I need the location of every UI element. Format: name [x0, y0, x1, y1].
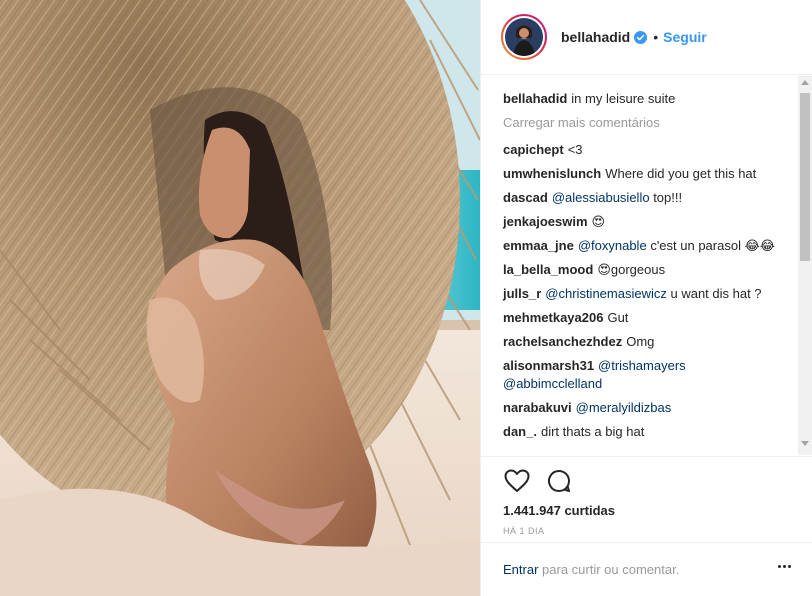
- comment-text: dirt thats a big hat: [540, 424, 645, 439]
- comment-username[interactable]: dascad: [503, 190, 548, 205]
- post-header: bellahadid • Seguir: [481, 0, 812, 75]
- comment-username[interactable]: alisonmarsh31: [503, 358, 594, 373]
- caption-username[interactable]: bellahadid: [503, 91, 567, 106]
- comment-mention[interactable]: @christinemasiewicz: [545, 286, 667, 301]
- comment-item: alisonmarsh31 @trishamayers @abbimcclella…: [503, 357, 783, 393]
- comment-username[interactable]: narabakuvi: [503, 400, 572, 415]
- heart-icon[interactable]: [503, 467, 531, 495]
- post-caption: bellahadid in my leisure suite: [503, 90, 783, 108]
- comment-username[interactable]: rachelsanchezhdez: [503, 334, 622, 349]
- separator-dot: •: [653, 29, 659, 45]
- comment-item: dan_. dirt thats a big hat: [503, 423, 783, 441]
- post-image: [0, 0, 480, 596]
- comment-mention[interactable]: @alessiabusiello: [552, 190, 650, 205]
- scroll-down-arrow-icon[interactable]: [801, 441, 809, 446]
- follow-button[interactable]: Seguir: [663, 29, 707, 45]
- comment-text: u want dis hat ?: [670, 286, 762, 301]
- login-prompt: Entrar para curtir ou comentar.: [481, 542, 812, 596]
- comment-item: narabakuvi @meralyildizbas: [503, 399, 783, 417]
- comment-item: umwhenislunch Where did you get this hat: [503, 165, 783, 183]
- post-details-panel: bellahadid • Seguir bellahadid in my leis…: [480, 0, 812, 596]
- instagram-post-view: bellahadid • Seguir bellahadid in my leis…: [0, 0, 812, 596]
- comment-item: la_bella_mood 😍gorgeous: [503, 261, 783, 279]
- comments-scrollbar-thumb[interactable]: [800, 93, 810, 261]
- comments-list[interactable]: bellahadid in my leisure suite Carregar m…: [481, 76, 812, 455]
- comment-item: dascad @alessiabusiello top!!!: [503, 189, 783, 207]
- comment-item: julls_r @christinemasiewicz u want dis ha…: [503, 285, 783, 303]
- comment-text: Where did you get this hat: [605, 166, 757, 181]
- comment-username[interactable]: capichept: [503, 142, 564, 157]
- login-prompt-rest: para curtir ou comentar.: [542, 562, 680, 577]
- comment-username[interactable]: la_bella_mood: [503, 262, 593, 277]
- post-photo[interactable]: [0, 0, 480, 596]
- comment-icon[interactable]: [545, 467, 573, 495]
- comment-text: 😍gorgeous: [597, 262, 666, 277]
- comment-item: capichept <3: [503, 141, 783, 159]
- likes-count[interactable]: 1.441.947 curtidas: [503, 503, 812, 518]
- load-more-comments-button[interactable]: Carregar mais comentários: [503, 114, 783, 132]
- more-options-icon[interactable]: [778, 565, 791, 568]
- header-username[interactable]: bellahadid: [561, 29, 630, 45]
- comment-text: Gut: [607, 310, 629, 325]
- comment-item: emmaa_jne @foxynable c'est un parasol 😂😂: [503, 237, 783, 255]
- comment-mention[interactable]: @meralyildizbas: [576, 400, 672, 415]
- comment-mention[interactable]: @foxynable: [578, 238, 647, 253]
- comment-username[interactable]: emmaa_jne: [503, 238, 574, 253]
- avatar-story-ring[interactable]: [501, 14, 547, 60]
- post-timestamp[interactable]: HÁ 1 DIA: [503, 526, 812, 536]
- comment-username[interactable]: mehmetkaya206: [503, 310, 603, 325]
- comment-item: jenkajoeswim 😍: [503, 213, 783, 231]
- post-actions: 1.441.947 curtidas HÁ 1 DIA: [481, 456, 812, 541]
- comment-text: c'est un parasol 😂😂: [650, 238, 775, 253]
- comment-text: <3: [567, 142, 583, 157]
- comment-text: 😍: [591, 214, 606, 229]
- comment-text: top!!!: [653, 190, 683, 205]
- comment-username[interactable]: umwhenislunch: [503, 166, 601, 181]
- comment-item: rachelsanchezhdez Omg: [503, 333, 783, 351]
- comment-username[interactable]: dan_.: [503, 424, 537, 439]
- scroll-up-arrow-icon[interactable]: [801, 80, 809, 85]
- verified-badge-icon: [634, 30, 648, 44]
- comment-username[interactable]: julls_r: [503, 286, 541, 301]
- comment-item: mehmetkaya206 Gut: [503, 309, 783, 327]
- login-link[interactable]: Entrar: [503, 562, 538, 577]
- caption-text: in my leisure suite: [571, 91, 676, 106]
- login-prompt-text: Entrar para curtir ou comentar.: [503, 562, 679, 577]
- comment-text: Omg: [626, 334, 655, 349]
- comment-username[interactable]: jenkajoeswim: [503, 214, 588, 229]
- avatar: [505, 18, 543, 56]
